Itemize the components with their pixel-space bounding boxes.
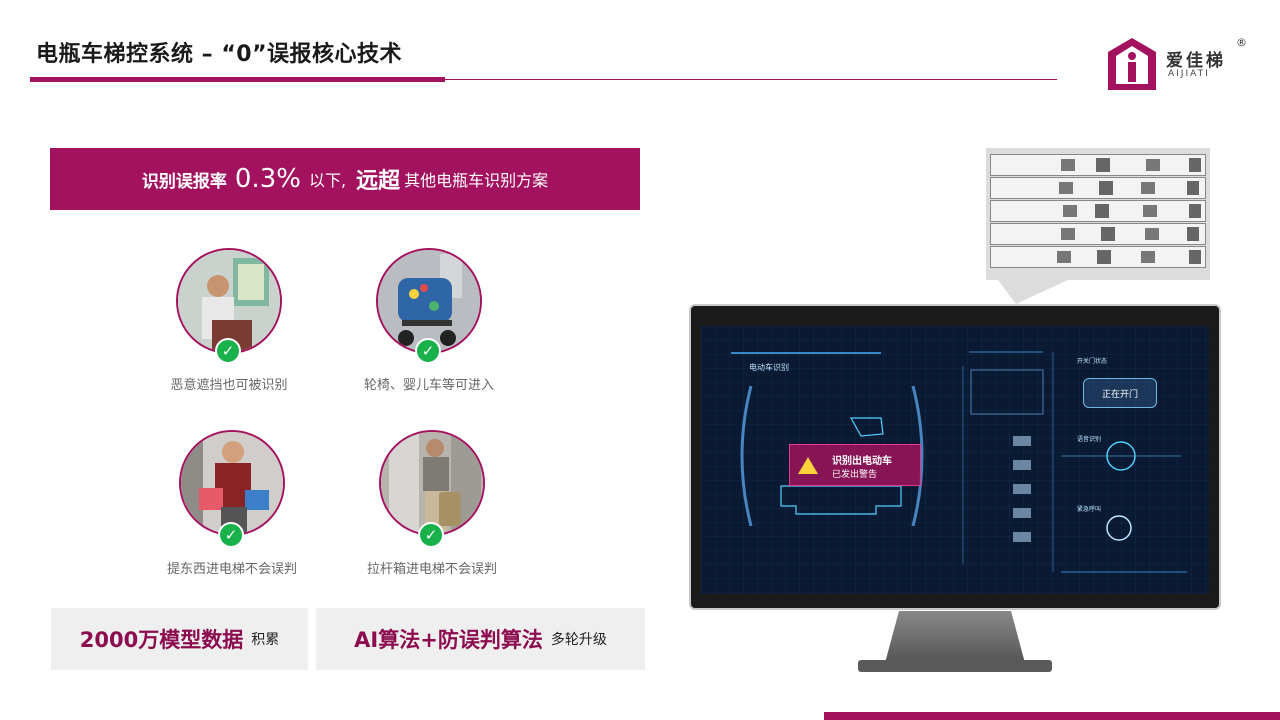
case-wheelchair: ✓ 轮椅、婴儿车等可进入 bbox=[329, 248, 529, 393]
recognition-frames-strip bbox=[986, 148, 1210, 280]
panel-title: 电动车识别 bbox=[749, 363, 789, 372]
check-icon: ✓ bbox=[215, 338, 241, 364]
feature-ai-algorithm: AI算法+防误判算法 多轮升级 bbox=[316, 608, 645, 670]
slide-title: 电瓶车梯控系统 – “0”误报核心技术 bbox=[36, 42, 403, 67]
call-panel-title: 紧急呼叫 bbox=[1077, 506, 1102, 513]
frame-row bbox=[990, 200, 1206, 222]
title-underline-rule bbox=[445, 79, 1057, 80]
feature-title: 2000万模型数据 bbox=[79, 628, 244, 652]
door-panel-title: 开关门状态 bbox=[1077, 358, 1108, 365]
title-underline-accent bbox=[30, 77, 445, 82]
warning-icon bbox=[798, 457, 818, 474]
registered-mark: ® bbox=[1236, 36, 1247, 49]
feature-model-data: 2000万模型数据 积累 bbox=[51, 608, 308, 670]
error-rate-banner: 识别误报率 0.3% 以下, 远超 其他电瓶车识别方案 bbox=[50, 148, 640, 210]
monitor-base bbox=[858, 660, 1052, 672]
brand-logo: 爱佳梯 AIJIATI ® bbox=[1106, 36, 1266, 92]
case-caption: 恶意遮挡也可被识别 bbox=[170, 378, 288, 393]
frame-row bbox=[990, 246, 1206, 268]
logo-latin-text: AIJIATI bbox=[1168, 69, 1210, 79]
case-luggage: ✓ 拉杆箱进电梯不会误判 bbox=[332, 430, 532, 580]
alert-subtitle: 已发出警告 bbox=[832, 470, 878, 480]
case-photo bbox=[179, 430, 285, 536]
door-status-label: 正在开门 bbox=[1101, 390, 1138, 400]
feature-note: 积累 bbox=[251, 632, 280, 648]
banner-emphasis: 远超 bbox=[356, 169, 401, 194]
frame-row bbox=[990, 154, 1206, 176]
check-icon: ✓ bbox=[418, 522, 444, 548]
check-icon: ✓ bbox=[218, 522, 244, 548]
feature-note: 多轮升级 bbox=[550, 632, 607, 648]
frame-row bbox=[990, 177, 1206, 199]
case-photo bbox=[379, 430, 485, 536]
logo-text: 爱佳梯 bbox=[1166, 51, 1226, 71]
footer-accent-bar bbox=[824, 712, 1280, 720]
dashboard-screen: 电动车识别 开关门状态 语音识别 紧急呼叫 识别出电动车 已发出警告 正在开门 bbox=[701, 326, 1209, 594]
banner-text-below: 以下, bbox=[308, 171, 347, 190]
case-carrying: ✓ 提东西进电梯不会误判 bbox=[132, 430, 332, 580]
alert-title: 识别出电动车 bbox=[832, 456, 892, 467]
callout-pointer bbox=[998, 280, 1068, 304]
case-caption: 拉杆箱进电梯不会误判 bbox=[366, 562, 497, 577]
banner-text-compare: 其他电瓶车识别方案 bbox=[404, 171, 549, 190]
voice-panel-title: 语音识别 bbox=[1077, 436, 1102, 443]
banner-rate: 0.3% bbox=[234, 164, 301, 194]
check-icon: ✓ bbox=[415, 338, 441, 364]
door-status-button: 正在开门 bbox=[1083, 378, 1157, 408]
monitor-stand bbox=[885, 611, 1025, 663]
ebike-alert: 识别出电动车 已发出警告 bbox=[789, 444, 921, 486]
feature-title: AI算法+防误判算法 bbox=[354, 628, 543, 652]
monitor-frame: 电动车识别 开关门状态 语音识别 紧急呼叫 识别出电动车 已发出警告 正在开门 bbox=[689, 304, 1221, 610]
case-blocked: ✓ 恶意遮挡也可被识别 bbox=[129, 248, 329, 393]
logo-mark-icon bbox=[1108, 38, 1156, 90]
banner-label: 识别误报率 bbox=[141, 171, 227, 192]
frame-row bbox=[990, 223, 1206, 245]
case-caption: 提东西进电梯不会误判 bbox=[166, 562, 297, 577]
case-caption: 轮椅、婴儿车等可进入 bbox=[363, 378, 494, 393]
